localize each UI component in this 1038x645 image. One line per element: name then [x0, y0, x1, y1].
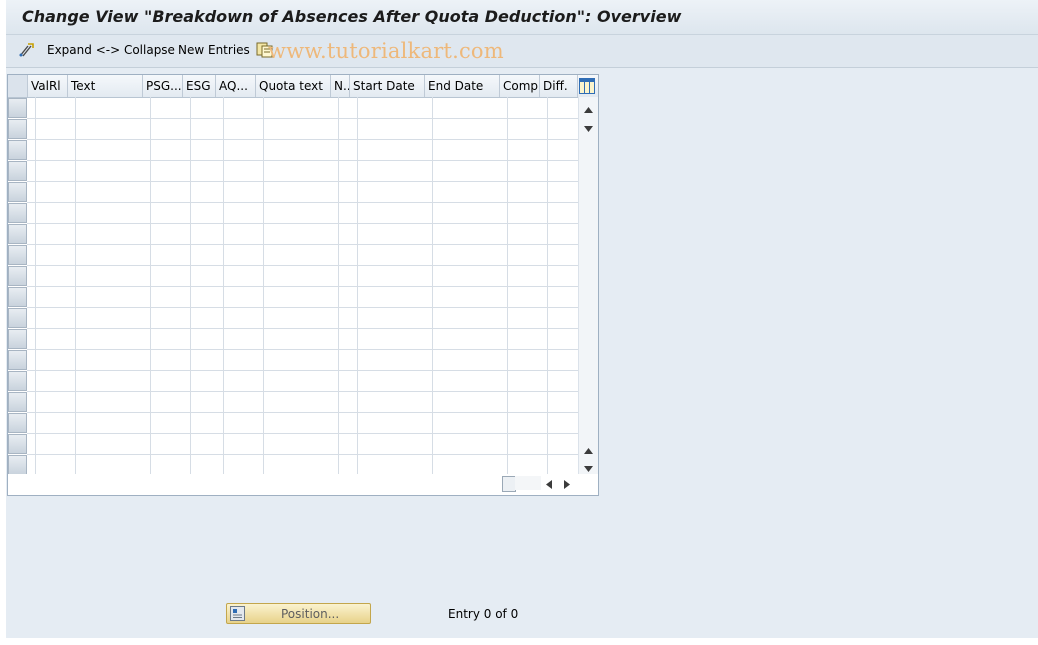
table-row[interactable]	[27, 328, 578, 329]
position-button[interactable]: Position...	[226, 603, 371, 624]
column-divider	[190, 97, 191, 474]
column-divider	[223, 97, 224, 474]
scroll-bottom-arrow-icon[interactable]	[584, 461, 593, 472]
column-divider	[75, 97, 76, 474]
expand-collapse-icon[interactable]	[18, 42, 35, 58]
column-header-psg[interactable]: PSG...	[143, 75, 183, 97]
row-selector[interactable]	[8, 266, 27, 286]
row-selector[interactable]	[8, 245, 27, 265]
row-selector[interactable]	[8, 329, 27, 349]
column-header-start-date[interactable]: Start Date	[350, 75, 425, 97]
table-row[interactable]	[27, 370, 578, 371]
page-title: Change View "Breakdown of Absences After…	[22, 7, 682, 26]
vertical-scrollbar[interactable]	[578, 97, 598, 474]
row-selector[interactable]	[8, 413, 27, 433]
row-selector[interactable]	[8, 203, 27, 223]
title-bar: Change View "Breakdown of Absences After…	[6, 0, 1038, 35]
table-row[interactable]	[27, 412, 578, 413]
column-divider	[150, 97, 151, 474]
table-header-row: ValRl Text PSG... ESG AQ... Quota text N…	[8, 75, 598, 98]
column-divider	[357, 97, 358, 474]
select-all-corner[interactable]	[8, 75, 28, 97]
row-selector[interactable]	[8, 308, 27, 328]
table-row[interactable]	[27, 391, 578, 392]
row-selector[interactable]	[8, 371, 27, 391]
column-divider	[35, 97, 36, 474]
row-selector[interactable]	[8, 182, 27, 202]
scroll-up-arrow-icon[interactable]	[584, 443, 593, 454]
table-row[interactable]	[27, 202, 578, 203]
scroll-top-arrow-icon[interactable]	[584, 102, 593, 113]
table-row[interactable]	[27, 454, 578, 455]
column-header-n[interactable]: N..	[331, 75, 350, 97]
horizontal-scrollbar[interactable]	[8, 474, 598, 495]
row-selector[interactable]	[8, 455, 27, 475]
column-header-end-date[interactable]: End Date	[425, 75, 500, 97]
column-header-esg[interactable]: ESG	[183, 75, 216, 97]
table-row[interactable]	[27, 160, 578, 161]
column-divider	[432, 97, 433, 474]
row-selector[interactable]	[8, 350, 27, 370]
new-entries-button[interactable]: New Entries	[178, 43, 250, 57]
hscroll-thumb[interactable]	[502, 476, 516, 492]
column-divider	[547, 97, 548, 474]
table-row[interactable]	[27, 118, 578, 119]
table-row[interactable]	[27, 223, 578, 224]
row-selector[interactable]	[8, 119, 27, 139]
scroll-left-arrow-icon[interactable]	[546, 478, 552, 489]
expand-collapse-button[interactable]: Expand <-> Collapse	[47, 43, 175, 57]
entry-count: Entry 0 of 0	[448, 607, 519, 621]
scroll-down-arrow-icon[interactable]	[584, 121, 593, 132]
table-settings-icon[interactable]	[579, 78, 595, 94]
row-selector[interactable]	[8, 140, 27, 160]
table-row[interactable]	[27, 265, 578, 266]
hscroll-track[interactable]	[515, 476, 541, 490]
table-row[interactable]	[27, 244, 578, 245]
position-icon	[230, 606, 245, 621]
column-divider	[507, 97, 508, 474]
table-row[interactable]	[27, 286, 578, 287]
table-row[interactable]	[27, 307, 578, 308]
column-header-text[interactable]: Text	[68, 75, 143, 97]
table-row[interactable]	[27, 139, 578, 140]
row-selector[interactable]	[8, 287, 27, 307]
position-label: Position...	[281, 607, 340, 621]
row-selector[interactable]	[8, 434, 27, 454]
application-toolbar: Expand <-> Collapse New Entries www.tuto…	[6, 35, 1038, 68]
entries-table: ValRl Text PSG... ESG AQ... Quota text N…	[7, 74, 599, 496]
column-header-aq[interactable]: AQ...	[216, 75, 256, 97]
row-selector[interactable]	[8, 224, 27, 244]
scroll-right-arrow-icon[interactable]	[564, 478, 570, 489]
table-row[interactable]	[27, 349, 578, 350]
table-row[interactable]	[27, 181, 578, 182]
row-selector[interactable]	[8, 98, 27, 118]
row-selector[interactable]	[8, 161, 27, 181]
column-divider	[338, 97, 339, 474]
column-header-comp[interactable]: Comp.	[500, 75, 540, 97]
table-row[interactable]	[27, 433, 578, 434]
row-selector[interactable]	[8, 392, 27, 412]
sap-window: Change View "Breakdown of Absences After…	[6, 0, 1038, 638]
column-header-valrl[interactable]: ValRl	[28, 75, 68, 97]
watermark-text: www.tutorialkart.com	[268, 39, 504, 63]
column-header-diff[interactable]: Diff.	[540, 75, 578, 97]
column-header-quota-text[interactable]: Quota text	[256, 75, 331, 97]
column-divider	[263, 97, 264, 474]
